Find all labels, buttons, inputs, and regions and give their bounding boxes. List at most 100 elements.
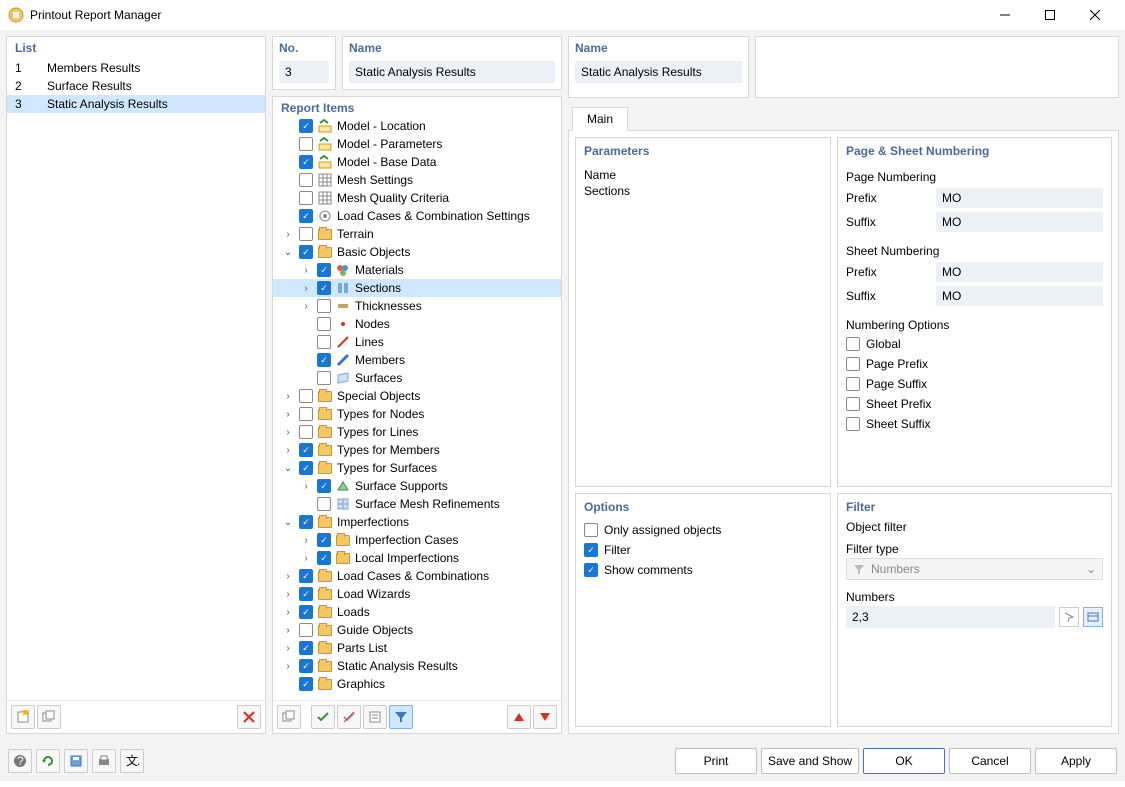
sheet-prefix-input[interactable] bbox=[936, 262, 1103, 282]
uncheck-all-button[interactable] bbox=[337, 705, 361, 729]
expand-arrow[interactable]: › bbox=[281, 607, 295, 618]
tree-item[interactable]: ›Guide Objects bbox=[273, 621, 561, 639]
numbers-input[interactable] bbox=[846, 606, 1055, 628]
tab-main[interactable]: Main bbox=[572, 107, 628, 131]
page-suffix-input[interactable] bbox=[936, 212, 1103, 232]
tree-item[interactable]: Mesh Quality Criteria bbox=[273, 189, 561, 207]
tree-checkbox[interactable] bbox=[317, 353, 331, 367]
save-and-show-button[interactable]: Save and Show bbox=[761, 748, 859, 774]
expand-arrow[interactable]: › bbox=[299, 283, 313, 294]
page-prefix-input[interactable] bbox=[936, 188, 1103, 208]
name-input-top[interactable] bbox=[575, 61, 742, 83]
help-button[interactable]: ? bbox=[8, 749, 32, 773]
pick-elements-button[interactable] bbox=[1059, 607, 1079, 627]
tree-checkbox[interactable] bbox=[299, 155, 313, 169]
tree-checkbox[interactable] bbox=[299, 677, 313, 691]
tree-checkbox[interactable] bbox=[299, 191, 313, 205]
tree-item[interactable]: ›Types for Lines bbox=[273, 423, 561, 441]
opt-sheetprefix-check[interactable] bbox=[846, 397, 860, 411]
tree-checkbox[interactable] bbox=[317, 497, 331, 511]
opt-sheetsuffix-check[interactable] bbox=[846, 417, 860, 431]
expand-arrow[interactable]: › bbox=[281, 391, 295, 402]
print-button[interactable]: Print bbox=[675, 748, 757, 774]
tree-item[interactable]: Load Cases & Combination Settings bbox=[273, 207, 561, 225]
tree-item[interactable]: Mesh Settings bbox=[273, 171, 561, 189]
new-report-button[interactable]: ★ bbox=[11, 705, 35, 729]
tree-checkbox[interactable] bbox=[317, 371, 331, 385]
expand-arrow[interactable]: ⌄ bbox=[281, 517, 295, 528]
minimize-button[interactable] bbox=[982, 0, 1027, 30]
move-up-button[interactable] bbox=[507, 705, 531, 729]
tree-checkbox[interactable] bbox=[317, 263, 331, 277]
param-name-input[interactable] bbox=[584, 184, 822, 198]
tree-checkbox[interactable] bbox=[299, 461, 313, 475]
tree-item[interactable]: ›Thicknesses bbox=[273, 297, 561, 315]
expand-arrow[interactable]: › bbox=[281, 661, 295, 672]
list-dialog-button[interactable] bbox=[1083, 607, 1103, 627]
tree-item[interactable]: ›Loads bbox=[273, 603, 561, 621]
tree-item[interactable]: ›Surface Supports bbox=[273, 477, 561, 495]
expand-arrow[interactable]: ⌄ bbox=[281, 247, 295, 258]
maximize-button[interactable] bbox=[1027, 0, 1072, 30]
expand-arrow[interactable]: ⌄ bbox=[281, 463, 295, 474]
tree-checkbox[interactable] bbox=[299, 209, 313, 223]
tree-checkbox[interactable] bbox=[317, 317, 331, 331]
language-button[interactable]: 文A bbox=[120, 749, 144, 773]
tree-item[interactable]: ›Parts List bbox=[273, 639, 561, 657]
tree-checkbox[interactable] bbox=[317, 281, 331, 295]
print-settings-button[interactable] bbox=[92, 749, 116, 773]
tree-checkbox[interactable] bbox=[299, 137, 313, 151]
expand-arrow[interactable]: › bbox=[281, 589, 295, 600]
expand-arrow[interactable]: › bbox=[281, 445, 295, 456]
ok-button[interactable]: OK bbox=[863, 748, 945, 774]
name-input[interactable] bbox=[349, 61, 555, 83]
refresh-button[interactable] bbox=[36, 749, 60, 773]
tree-checkbox[interactable] bbox=[299, 641, 313, 655]
tree-item[interactable]: ›Static Analysis Results bbox=[273, 657, 561, 675]
show-comments-check[interactable] bbox=[584, 563, 598, 577]
expand-arrow[interactable]: › bbox=[299, 535, 313, 546]
tree-item[interactable]: Model - Location bbox=[273, 117, 561, 135]
copy-settings-button[interactable] bbox=[363, 705, 387, 729]
tree-item[interactable]: ⌄Basic Objects bbox=[273, 243, 561, 261]
tree-item[interactable]: ›Local Imperfections bbox=[273, 549, 561, 567]
tree-item[interactable]: Lines bbox=[273, 333, 561, 351]
tree-item[interactable]: ›Imperfection Cases bbox=[273, 531, 561, 549]
tree-checkbox[interactable] bbox=[317, 335, 331, 349]
tree-checkbox[interactable] bbox=[299, 443, 313, 457]
sheet-suffix-input[interactable] bbox=[936, 286, 1103, 306]
expand-arrow[interactable]: › bbox=[281, 427, 295, 438]
cancel-button[interactable]: Cancel bbox=[949, 748, 1031, 774]
tree-checkbox[interactable] bbox=[299, 119, 313, 133]
tree-checkbox[interactable] bbox=[299, 407, 313, 421]
no-input[interactable] bbox=[279, 61, 329, 83]
only-assigned-check[interactable] bbox=[584, 523, 598, 537]
tree-checkbox[interactable] bbox=[299, 659, 313, 673]
duplicate-report-button[interactable] bbox=[37, 705, 61, 729]
list-row[interactable]: 1Members Results bbox=[7, 59, 265, 77]
tree-item[interactable]: ›Sections bbox=[273, 279, 561, 297]
opt-pageprefix-check[interactable] bbox=[846, 357, 860, 371]
expand-arrow[interactable]: › bbox=[281, 229, 295, 240]
expand-arrow[interactable]: › bbox=[281, 571, 295, 582]
expand-arrow[interactable]: › bbox=[281, 625, 295, 636]
tree-item[interactable]: ›Special Objects bbox=[273, 387, 561, 405]
tree-checkbox[interactable] bbox=[299, 173, 313, 187]
tree-checkbox[interactable] bbox=[317, 299, 331, 313]
opt-pagesuffix-check[interactable] bbox=[846, 377, 860, 391]
tree-item[interactable]: ⌄Imperfections bbox=[273, 513, 561, 531]
tree-item[interactable]: ›Load Cases & Combinations bbox=[273, 567, 561, 585]
tree-item[interactable]: Surface Mesh Refinements bbox=[273, 495, 561, 513]
tree-checkbox[interactable] bbox=[299, 623, 313, 637]
tree-checkbox[interactable] bbox=[299, 425, 313, 439]
tree-checkbox[interactable] bbox=[299, 515, 313, 529]
tree-item[interactable]: Model - Parameters bbox=[273, 135, 561, 153]
tree-checkbox[interactable] bbox=[317, 551, 331, 565]
filter-toggle-button[interactable] bbox=[389, 705, 413, 729]
expand-arrow[interactable]: › bbox=[281, 643, 295, 654]
tree-item[interactable]: Model - Base Data bbox=[273, 153, 561, 171]
check-all-button[interactable] bbox=[311, 705, 335, 729]
tree-item[interactable]: Members bbox=[273, 351, 561, 369]
apply-button[interactable]: Apply bbox=[1035, 748, 1117, 774]
report-items-tree[interactable]: Model - LocationModel - ParametersModel … bbox=[273, 117, 561, 700]
